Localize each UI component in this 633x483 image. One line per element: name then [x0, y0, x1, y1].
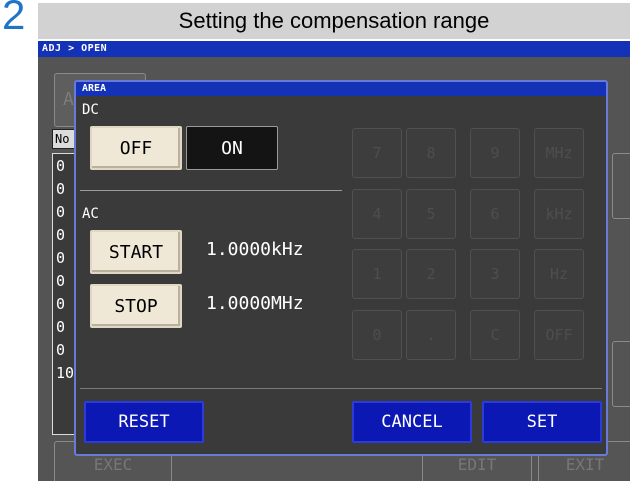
- key-mhz[interactable]: MHz: [534, 128, 584, 178]
- key-clear[interactable]: C: [470, 310, 520, 360]
- dialog-title: AREA: [82, 83, 107, 94]
- ac-start-button[interactable]: START: [90, 230, 182, 274]
- key-1[interactable]: 1: [352, 249, 402, 299]
- step-title: Setting the compensation range: [38, 3, 630, 39]
- ac-label: AC: [82, 206, 99, 222]
- ac-start-value: 1.0000kHz: [206, 239, 304, 260]
- list-item: 0: [56, 341, 66, 359]
- background-side-button: [612, 341, 630, 407]
- list-item: 0: [56, 318, 66, 336]
- background-area-label: A: [63, 89, 74, 110]
- list-item: 0: [56, 295, 66, 313]
- key-2[interactable]: 2: [406, 249, 456, 299]
- step-number: 2: [2, 0, 26, 38]
- key-off[interactable]: OFF: [534, 310, 584, 360]
- dc-off-button[interactable]: OFF: [90, 126, 182, 170]
- list-item: 0: [56, 180, 66, 198]
- list-item: 0: [56, 226, 66, 244]
- breadcrumb: ADJ > OPEN: [42, 43, 108, 54]
- dc-label: DC: [82, 102, 99, 118]
- footer-divider: [80, 388, 602, 389]
- key-4[interactable]: 4: [352, 189, 402, 239]
- device-screen: ADJ > OPEN A No 0 0 0 0 0 0 0 0 0 10 EXE…: [38, 41, 630, 481]
- list-item: 0: [56, 157, 66, 175]
- ac-stop-value: 1.0000MHz: [206, 293, 304, 314]
- key-6[interactable]: 6: [470, 189, 520, 239]
- dc-on-button[interactable]: ON: [186, 126, 278, 170]
- area-dialog: AREA DC OFF ON AC START 1.0000kHz STOP 1…: [74, 80, 608, 456]
- list-item: 0: [56, 203, 66, 221]
- key-8[interactable]: 8: [406, 128, 456, 178]
- key-0[interactable]: 0: [352, 310, 402, 360]
- set-button[interactable]: SET: [482, 401, 602, 443]
- list-item: 0: [56, 272, 66, 290]
- background-side-button: [612, 153, 630, 219]
- key-9[interactable]: 9: [470, 128, 520, 178]
- breadcrumb-bar: ADJ > OPEN: [38, 41, 630, 57]
- dialog-title-bar: AREA: [76, 82, 606, 96]
- section-divider: [80, 190, 342, 191]
- list-item: 10: [56, 364, 75, 382]
- key-7[interactable]: 7: [352, 128, 402, 178]
- cancel-button[interactable]: CANCEL: [352, 401, 472, 443]
- ac-stop-button[interactable]: STOP: [90, 284, 182, 328]
- list-item: 0: [56, 249, 66, 267]
- key-hz[interactable]: Hz: [534, 249, 584, 299]
- reset-button[interactable]: RESET: [84, 401, 204, 443]
- key-khz[interactable]: kHz: [534, 189, 584, 239]
- key-3[interactable]: 3: [470, 249, 520, 299]
- key-5[interactable]: 5: [406, 189, 456, 239]
- key-decimal[interactable]: .: [406, 310, 456, 360]
